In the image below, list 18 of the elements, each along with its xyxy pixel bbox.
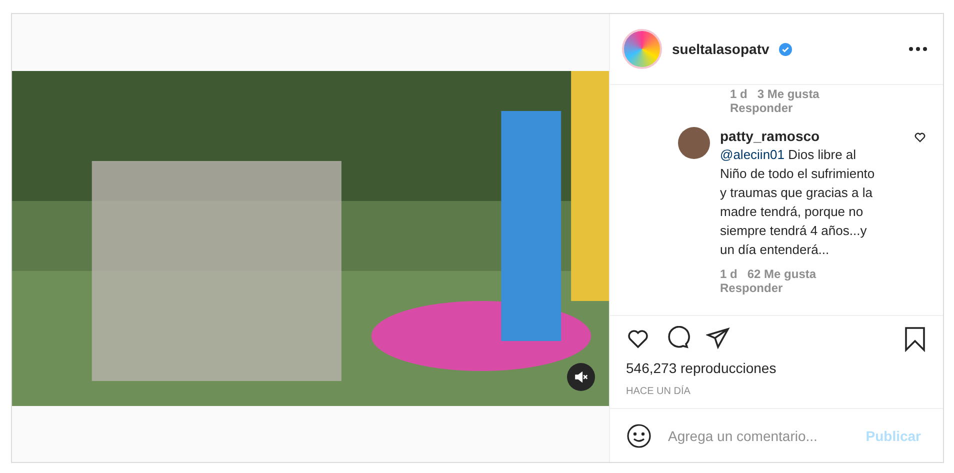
like-count[interactable]: 62 Me gusta — [747, 267, 816, 281]
like-count[interactable]: 3 Me gusta — [757, 87, 820, 101]
share-icon[interactable] — [706, 326, 732, 352]
like-icon[interactable] — [913, 131, 927, 145]
profile-logo[interactable] — [622, 29, 662, 69]
username[interactable]: sueltalasopatv — [672, 41, 770, 57]
emoji-icon[interactable] — [626, 422, 652, 448]
comment-time: 1 d — [730, 87, 748, 101]
post-date: HACE UN DÍA — [626, 386, 692, 399]
muted-speaker-icon — [574, 370, 588, 384]
comment-author[interactable]: patty_ramosco — [720, 127, 903, 145]
reply-link[interactable]: Responder — [720, 281, 903, 295]
mention-link[interactable]: @aleciin01 — [720, 147, 785, 162]
avatar[interactable] — [678, 127, 710, 159]
view-count[interactable]: 546,273 reproducciones — [626, 360, 929, 376]
comment-time: 1 d — [720, 267, 738, 281]
reply-link[interactable]: Responder — [730, 101, 927, 115]
comment-text: @aleciin01 Dios libre al Niño de todo el sufrimiento y traumas que gracias a la madre tendrá, porque no siempre tendrá 4 años...y un día entenderá... — [720, 146, 876, 259]
